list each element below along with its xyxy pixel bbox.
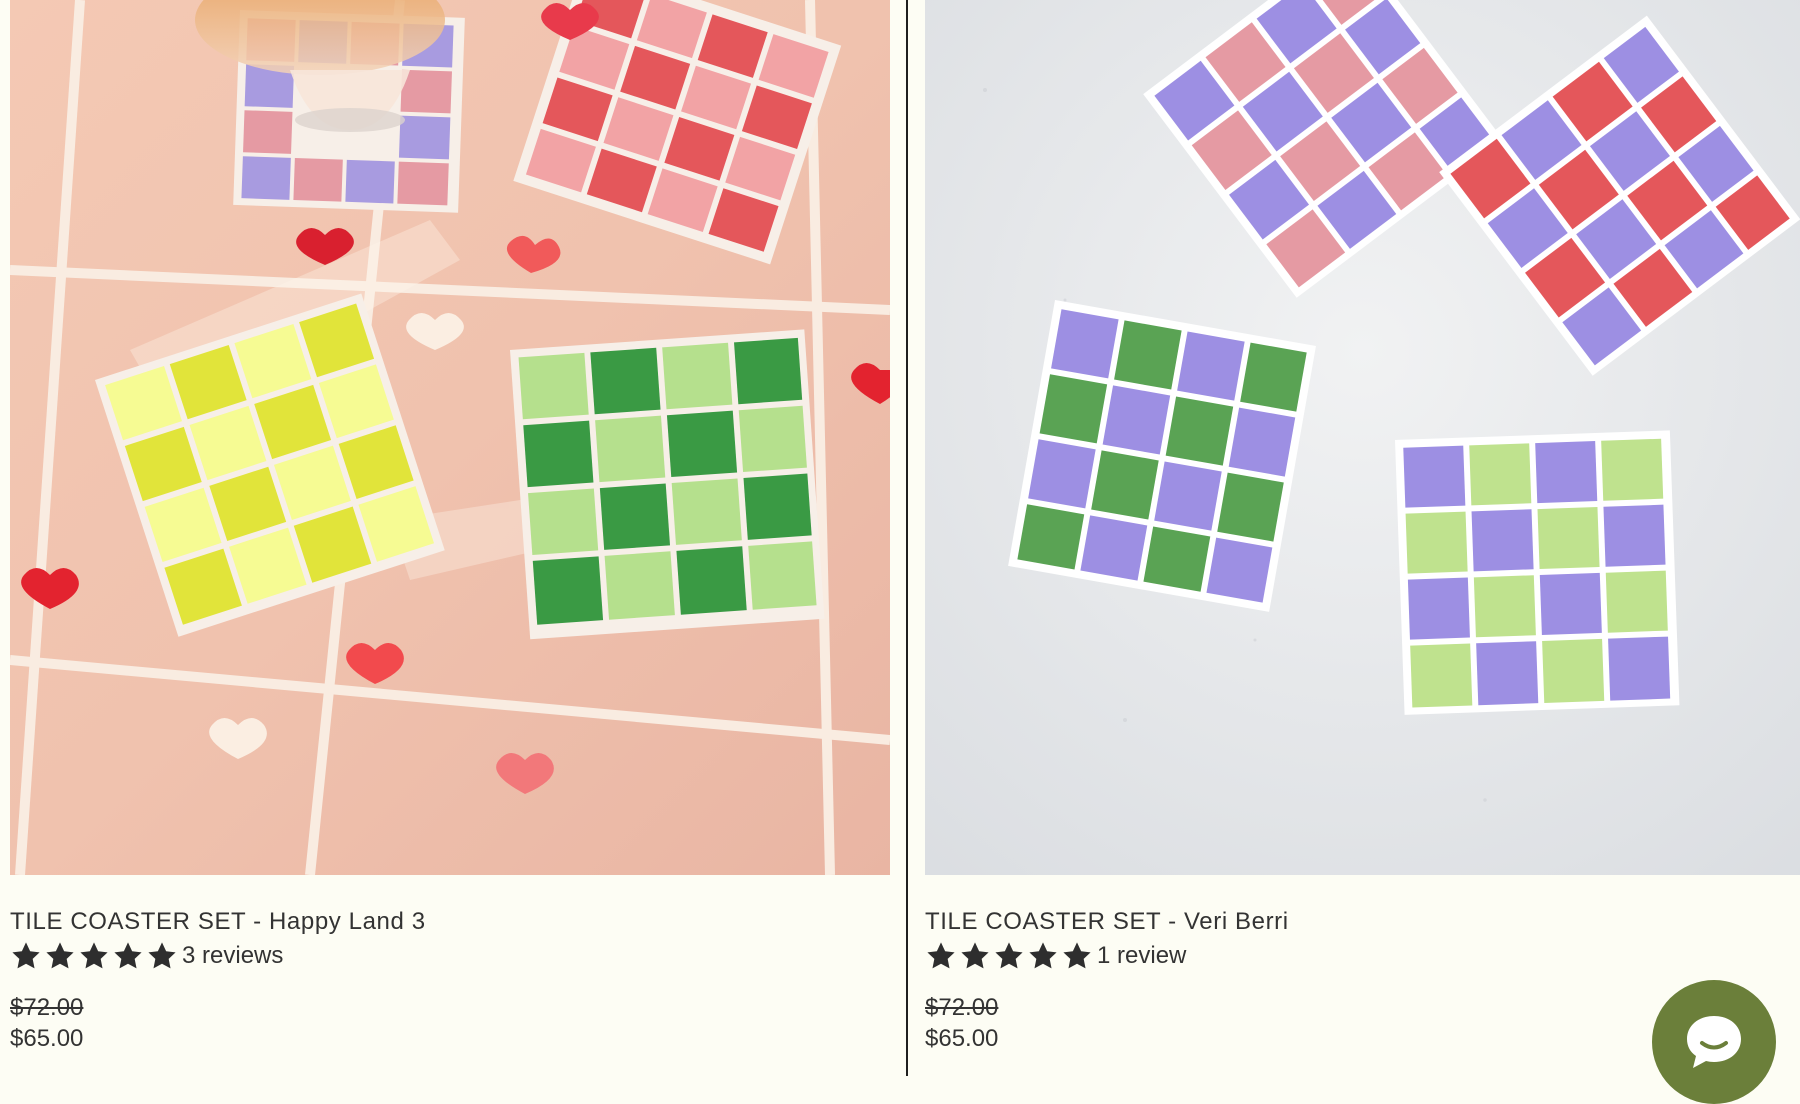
product-rating[interactable]: 1 review [925,939,1800,973]
review-count[interactable]: 1 review [1097,942,1186,970]
star-icon [148,942,176,969]
chat-button[interactable] [1652,980,1776,1104]
star-icon [1029,942,1057,969]
product-title[interactable]: TILE COASTER SET - Happy Land 3 [10,905,890,939]
review-count[interactable]: 3 reviews [182,942,283,970]
product-card[interactable]: TILE COASTER SET - Happy Land 3 3 review… [10,0,890,1076]
product-info: TILE COASTER SET - Happy Land 3 3 review… [10,905,890,1055]
star-icon [12,942,40,969]
sale-price: $65.00 [10,1025,84,1052]
star-icon [1063,942,1091,969]
product-rating[interactable]: 3 reviews [10,939,890,973]
product-photo [925,0,1800,875]
star-icon [114,942,142,969]
star-rating [10,940,178,972]
column-divider [906,0,908,1076]
product-image-veri-berri[interactable] [925,0,1800,875]
star-icon [80,942,108,969]
compare-at-price: $72.00 [10,994,84,1021]
product-title[interactable]: TILE COASTER SET - Veri Berri [925,905,1800,939]
product-grid: TILE COASTER SET - Happy Land 3 3 review… [0,0,1800,1104]
star-rating [925,940,1093,972]
product-image-happy-land-3[interactable] [10,0,890,875]
star-icon [961,942,989,969]
chat-bubble-icon [1687,1016,1741,1068]
product-card[interactable]: TILE COASTER SET - Veri Berri 1 review $… [925,0,1800,1076]
star-icon [46,942,74,969]
star-icon [927,942,955,969]
product-photo [10,0,890,875]
star-icon [995,942,1023,969]
